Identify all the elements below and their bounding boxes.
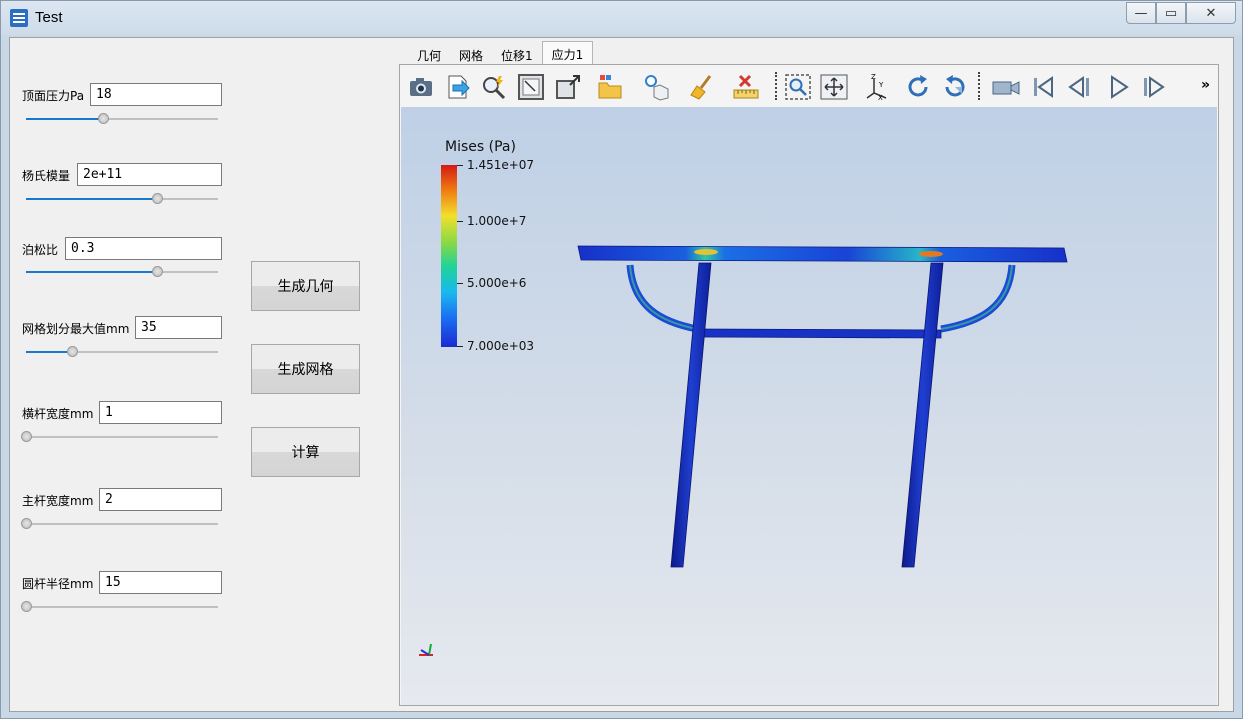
- slider-handle[interactable]: [21, 431, 32, 442]
- crossbar-width-input[interactable]: 1: [99, 401, 222, 424]
- mesh-max-size-slider[interactable]: [26, 346, 218, 357]
- compute-button[interactable]: 计算: [251, 427, 360, 477]
- slider-handle[interactable]: [151, 193, 163, 204]
- close-icon: ✕: [1205, 5, 1217, 21]
- left-pole: [670, 262, 712, 568]
- param-label-top-pressure: 顶面压力Pa: [22, 89, 85, 103]
- result-viewer: ZYX » Mises (Pa) 1.451e+07 1.000e+7 5.00…: [399, 64, 1219, 706]
- maximize-icon: ▭: [1164, 5, 1178, 21]
- video-icon[interactable]: [991, 72, 1021, 102]
- zoom-box-icon[interactable]: [516, 72, 546, 102]
- slider-fill: [26, 198, 157, 200]
- slider-handle[interactable]: [151, 266, 163, 277]
- poisson-ratio-slider[interactable]: [26, 266, 218, 277]
- broom-icon[interactable]: [687, 72, 717, 102]
- main-pole-width-slider[interactable]: [21, 518, 218, 529]
- param-label-mesh-max-size: 网格划分最大值mm: [22, 322, 130, 336]
- next-frame-icon[interactable]: [1139, 72, 1169, 102]
- slider-fill: [26, 118, 103, 120]
- cross-bar: [696, 328, 942, 339]
- main-pole-width-input[interactable]: 2: [99, 488, 222, 511]
- slider-handle[interactable]: [67, 346, 79, 357]
- light-icon[interactable]: [641, 72, 671, 102]
- app-icon: [10, 9, 28, 27]
- maximize-button[interactable]: ▭: [1156, 2, 1186, 24]
- ruler-icon[interactable]: [731, 72, 761, 102]
- round-rod-radius-slider[interactable]: [21, 601, 218, 612]
- window-controls: — ▭ ✕: [1126, 2, 1236, 24]
- toolbar-separator: [775, 72, 777, 100]
- slider-handle[interactable]: [21, 518, 32, 529]
- round-rod-radius-input[interactable]: 15: [99, 571, 222, 594]
- top-pressure-input[interactable]: 18: [90, 83, 222, 106]
- top-beam: [577, 245, 1068, 263]
- param-label-crossbar-width: 横杆宽度mm: [22, 407, 94, 421]
- crossbar-width-slider[interactable]: [21, 431, 218, 442]
- youngs-modulus-slider[interactable]: [26, 193, 218, 204]
- slider-track: [26, 523, 218, 525]
- rotate-ccw-icon[interactable]: [940, 72, 970, 102]
- camera-icon[interactable]: [406, 72, 436, 102]
- slider-track: [26, 606, 218, 608]
- export-icon[interactable]: [443, 72, 473, 102]
- param-label-round-rod-radius: 圆杆半径mm: [22, 577, 94, 591]
- slider-fill: [26, 351, 73, 353]
- scale-icon[interactable]: [553, 72, 583, 102]
- stress-hotspot: [919, 251, 943, 257]
- viewer-toolbar: ZYX »: [400, 65, 1218, 107]
- minimize-icon: —: [1134, 5, 1148, 21]
- stress-hotspot: [694, 249, 718, 255]
- pan-icon[interactable]: [819, 72, 849, 102]
- param-label-poisson-ratio: 泊松比: [22, 243, 59, 257]
- stress-model: [419, 245, 1068, 656]
- probe-icon[interactable]: [479, 72, 509, 102]
- generate-mesh-button[interactable]: 生成网格: [251, 344, 360, 394]
- toolbar-overflow-button[interactable]: »: [1201, 77, 1210, 93]
- window-title: Test: [35, 9, 63, 26]
- top-pressure-slider[interactable]: [26, 113, 218, 124]
- toolbar-separator: [978, 72, 980, 100]
- minimize-button[interactable]: —: [1126, 2, 1156, 24]
- svg-text:Z: Z: [871, 73, 876, 81]
- svg-text:X: X: [878, 94, 883, 101]
- axes-icon[interactable]: ZYX: [863, 72, 893, 102]
- title-bar[interactable]: Test — ▭ ✕: [1, 1, 1242, 35]
- main-panel: 顶面压力Pa 18 杨氏模量 2e+11 泊松比 0.3 网格划分最大值mm 3…: [9, 37, 1234, 712]
- play-icon[interactable]: [1103, 72, 1133, 102]
- slider-track: [26, 436, 218, 438]
- poisson-ratio-input[interactable]: 0.3: [65, 237, 222, 260]
- param-label-youngs-modulus: 杨氏模量: [22, 169, 71, 183]
- slider-fill: [26, 271, 157, 273]
- mesh-max-size-input[interactable]: 35: [135, 316, 222, 339]
- rotate-cw-icon[interactable]: [903, 72, 933, 102]
- folder-icon[interactable]: [595, 72, 625, 102]
- right-pole: [901, 262, 944, 568]
- orientation-axes-icon: [419, 643, 433, 656]
- zoom-fit-icon[interactable]: [783, 72, 813, 102]
- generate-geometry-button[interactable]: 生成几何: [251, 261, 360, 311]
- app-window: Test — ▭ ✕ 顶面压力Pa 18 杨氏模量 2e+11 泊松比 0.3: [0, 0, 1243, 719]
- render-viewport[interactable]: Mises (Pa) 1.451e+07 1.000e+7 5.000e+6 7…: [401, 107, 1217, 705]
- prev-frame-icon[interactable]: [1064, 72, 1094, 102]
- first-frame-icon[interactable]: [1028, 72, 1058, 102]
- slider-handle[interactable]: [21, 601, 32, 612]
- slider-handle[interactable]: [97, 113, 109, 124]
- param-label-main-pole-width: 主杆宽度mm: [22, 494, 94, 508]
- close-button[interactable]: ✕: [1186, 2, 1236, 24]
- svg-text:Y: Y: [878, 81, 884, 89]
- youngs-modulus-input[interactable]: 2e+11: [77, 163, 222, 186]
